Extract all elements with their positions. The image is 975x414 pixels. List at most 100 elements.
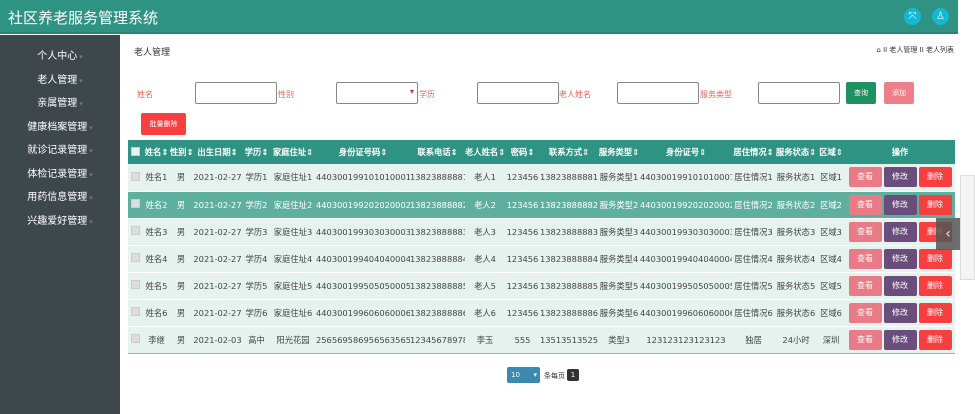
view-button[interactable]: 查看 bbox=[848, 221, 882, 242]
actions-cell: 查看 修改 删除 bbox=[845, 326, 955, 354]
view-button[interactable]: 查看 bbox=[848, 248, 882, 269]
edit-button[interactable]: 修改 bbox=[883, 275, 917, 296]
page-size-select[interactable]: 10 ▾ bbox=[507, 367, 540, 383]
column-header[interactable]: 学历⇕ bbox=[243, 140, 270, 164]
actions-cell: 查看 修改 删除 bbox=[845, 272, 955, 300]
delete-button[interactable]: 删除 bbox=[918, 329, 952, 350]
edit-button[interactable]: 修改 bbox=[883, 221, 917, 242]
row-checkbox[interactable] bbox=[128, 272, 143, 300]
sidebar-item[interactable]: 用药信息管理 ▾ bbox=[0, 186, 120, 210]
chevron-left-icon[interactable]: ‹ bbox=[936, 218, 960, 250]
table-row[interactable]: 姓名4 男 2021-02-27 学历4 家庭住址4 440300199404040004… bbox=[128, 245, 955, 273]
table-cell: 2021-02-27 bbox=[192, 218, 243, 246]
table-row[interactable]: 姓名5 男 2021-02-27 学历5 家庭住址5 440300199505050005… bbox=[128, 272, 955, 300]
column-header-label: 密码 bbox=[510, 147, 528, 157]
column-header[interactable]: 身份证号⇕ bbox=[640, 140, 732, 164]
edit-button[interactable]: 修改 bbox=[883, 248, 917, 269]
table-cell: 区域1 bbox=[817, 164, 845, 192]
elder-name-input[interactable] bbox=[617, 82, 699, 104]
service-type-input[interactable] bbox=[758, 82, 840, 104]
column-header[interactable]: 服务状态⇕ bbox=[775, 140, 817, 164]
row-checkbox[interactable] bbox=[128, 218, 143, 246]
breadcrumb-text[interactable]: II 老人管理 II 老人列表 bbox=[883, 46, 954, 54]
table-cell: 13823888886 bbox=[540, 299, 598, 327]
page-size-value: 10 bbox=[511, 371, 520, 379]
sidebar-item[interactable]: 兴趣爱好管理 ▾ bbox=[0, 210, 120, 234]
edit-button[interactable]: 修改 bbox=[883, 167, 917, 188]
column-header[interactable]: 密码⇕ bbox=[505, 140, 540, 164]
query-button[interactable]: 查询 bbox=[846, 82, 876, 104]
view-button[interactable]: 查看 bbox=[848, 275, 882, 296]
view-button[interactable]: 查看 bbox=[848, 302, 882, 323]
view-button[interactable]: 查看 bbox=[848, 329, 882, 350]
user-icon[interactable]: ♙ bbox=[932, 8, 949, 25]
table-row[interactable]: 姓名3 男 2021-02-27 学历3 家庭住址3 440300199303030003… bbox=[128, 218, 955, 246]
column-header[interactable]: 区域⇕ bbox=[817, 140, 845, 164]
sidebar-item-label: 就诊记录管理 bbox=[27, 145, 88, 156]
column-header[interactable]: 服务类型⇕ bbox=[598, 140, 640, 164]
delete-button[interactable]: 删除 bbox=[918, 248, 952, 269]
sort-icon: ⇕ bbox=[766, 147, 774, 157]
column-header[interactable]: 身份证号码⇕ bbox=[316, 140, 410, 164]
column-header[interactable]: 姓名⇕ bbox=[143, 140, 170, 164]
table-row[interactable]: 姓名1 男 2021-02-27 学历1 家庭住址1 440300199101010001… bbox=[128, 164, 955, 192]
edit-button[interactable]: 修改 bbox=[883, 302, 917, 323]
sidebar-item[interactable]: 就诊记录管理 ▾ bbox=[0, 139, 120, 163]
name-input[interactable] bbox=[195, 82, 277, 104]
table-row[interactable]: 李继男 2021-02-03 高中 阳光花园 2565695869565635656 12… bbox=[128, 326, 955, 354]
sidebar-item[interactable]: 亲属管理 ▾ bbox=[0, 92, 120, 116]
row-checkbox[interactable] bbox=[128, 191, 143, 219]
top-header: 社区养老服务管理系统 ⤧ ♙ bbox=[0, 0, 958, 34]
row-checkbox[interactable] bbox=[128, 245, 143, 273]
table-cell: 123456 bbox=[505, 245, 540, 273]
edit-button[interactable]: 修改 bbox=[883, 194, 917, 215]
view-button[interactable]: 查看 bbox=[848, 194, 882, 215]
column-header[interactable]: 联系方式⇕ bbox=[540, 140, 598, 164]
table-cell: 男 bbox=[170, 245, 192, 273]
table-cell: 家庭住址6 bbox=[270, 299, 316, 327]
table-row[interactable]: 姓名2 男 2021-02-27 学历2 家庭住址2 440300199202020002… bbox=[128, 191, 955, 219]
column-header-label: 学历 bbox=[244, 147, 262, 157]
table-cell: 服务状态1 bbox=[775, 164, 817, 192]
delete-button[interactable]: 删除 bbox=[918, 302, 952, 323]
sidebar-item[interactable]: 健康档案管理 ▾ bbox=[0, 116, 120, 140]
gender-select[interactable]: ▾ bbox=[336, 82, 418, 104]
row-checkbox[interactable] bbox=[128, 164, 143, 192]
fullscreen-icon[interactable]: ⤧ bbox=[904, 8, 921, 25]
view-button[interactable]: 查看 bbox=[848, 167, 882, 188]
edit-button[interactable]: 修改 bbox=[883, 329, 917, 350]
delete-button[interactable]: 删除 bbox=[918, 167, 952, 188]
column-header[interactable]: 居住情况⇕ bbox=[732, 140, 775, 164]
sidebar-item[interactable]: 老人管理 ▾ bbox=[0, 69, 120, 93]
column-header-label: 操作 bbox=[891, 147, 909, 157]
column-header[interactable]: 联系电话⇕ bbox=[410, 140, 465, 164]
row-checkbox[interactable] bbox=[128, 326, 143, 354]
delete-button[interactable]: 删除 bbox=[918, 275, 952, 296]
sort-icon: ⇕ bbox=[261, 147, 269, 157]
table-cell: 服务类型4 bbox=[598, 245, 640, 273]
page-1-button[interactable]: 1 bbox=[567, 369, 579, 381]
delete-button[interactable]: 删除 bbox=[918, 194, 952, 215]
column-header[interactable]: 出生日期⇕ bbox=[192, 140, 243, 164]
table-cell: 服务状态2 bbox=[775, 191, 817, 219]
select-all-checkbox[interactable] bbox=[128, 140, 143, 164]
batch-delete-button[interactable]: 批量删除 bbox=[141, 113, 186, 135]
row-checkbox[interactable] bbox=[128, 299, 143, 327]
side-panel-scrollbar[interactable] bbox=[960, 175, 975, 280]
home-icon[interactable]: ⌂ bbox=[876, 46, 880, 54]
table-cell: 家庭住址5 bbox=[270, 272, 316, 300]
column-header[interactable]: 老人姓名⇕ bbox=[465, 140, 505, 164]
sidebar-item[interactable]: 个人中心 ▾ bbox=[0, 45, 120, 69]
table-row[interactable]: 姓名6 男 2021-02-27 学历6 家庭住址6 440300199606060006… bbox=[128, 299, 955, 327]
education-input[interactable] bbox=[477, 82, 559, 104]
column-header[interactable]: 家庭住址⇕ bbox=[270, 140, 316, 164]
sidebar-item-label: 老人管理 bbox=[37, 74, 78, 86]
table-cell: 服务类型6 bbox=[598, 299, 640, 327]
table-cell: 123456 bbox=[505, 299, 540, 327]
column-header[interactable]: 性别⇕ bbox=[170, 140, 192, 164]
add-button[interactable]: 添加 bbox=[884, 82, 914, 104]
table-cell: 居住情况4 bbox=[732, 245, 775, 273]
sidebar-item[interactable]: 体检记录管理 ▾ bbox=[0, 163, 120, 187]
caret-down-icon: ▾ bbox=[89, 217, 93, 226]
table-cell: 13823888882 bbox=[540, 191, 598, 219]
